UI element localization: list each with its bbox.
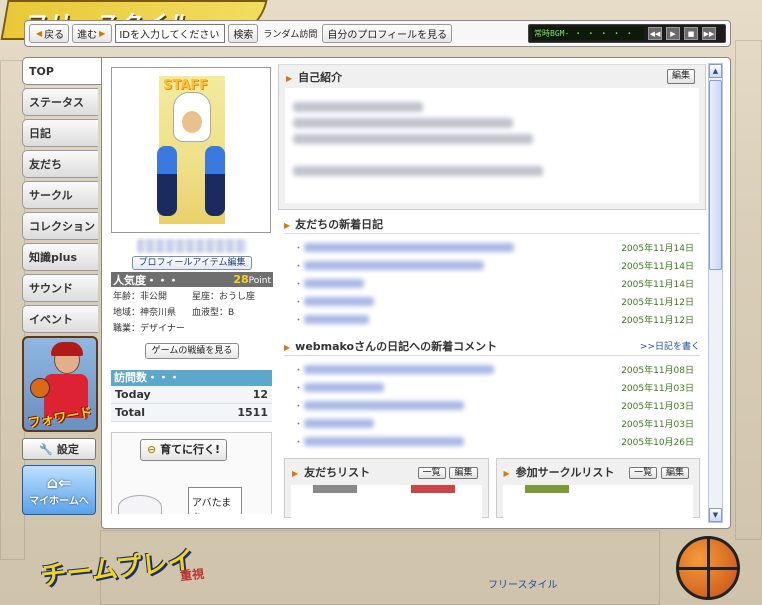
- id-input[interactable]: IDを入力してください: [115, 24, 226, 43]
- profile-column: プロフィールアイテム編集 人気度・・・ 28Point 年齢：非公開星座：おうし…: [111, 67, 273, 514]
- wrench-icon: 🔧: [39, 442, 53, 456]
- new-comments-section: ▶ webmakoさんの日記への新着コメント >>日記を書く ・ 2005年11月08…: [278, 332, 706, 454]
- top-toolbar: ◀ 戻る 進む ▶ IDを入力してください 検索 ランダム訪問 自分のプロフィールを…: [24, 20, 731, 47]
- grow-sign: アバたまを: [188, 487, 242, 514]
- self-intro-text-blurred: [285, 88, 699, 203]
- list-item[interactable]: ・ 2005年11月03日: [294, 414, 700, 432]
- forward-player-banner[interactable]: フォワード: [22, 336, 98, 432]
- triangle-icon: ▶: [503, 469, 510, 478]
- teamplay-banner: チームプレイ 重視: [39, 546, 205, 592]
- tab-circle[interactable]: サークル: [22, 181, 98, 209]
- left-nav: TOP ステータス 日記 友だち サークル コレクション 知識plus サウンド…: [22, 57, 102, 515]
- visit-count: 訪問数・・・ Today 12 Total 1511: [111, 370, 272, 422]
- freestyle-footer-link[interactable]: フリースタイル: [488, 576, 558, 591]
- scroll-up-icon[interactable]: ▲: [709, 64, 722, 78]
- main-scrollbar[interactable]: ▲ ▼: [708, 63, 723, 523]
- my-profile-button[interactable]: 自分のプロフィールを見る: [322, 24, 453, 43]
- search-button[interactable]: 検索: [228, 24, 259, 43]
- list-item[interactable]: ・ 2005年11月08日: [294, 360, 700, 378]
- settings-button[interactable]: 🔧 設定: [22, 438, 96, 460]
- myhome-button[interactable]: ⌂⇐ マイホームへ: [22, 465, 96, 515]
- tab-diary[interactable]: 日記: [22, 119, 98, 147]
- tab-sound[interactable]: サウンド: [22, 274, 98, 302]
- grow-section: ⊖ 育てに行く! アバたまを: [111, 432, 272, 514]
- tab-friends[interactable]: 友だち: [22, 150, 98, 178]
- list-item[interactable]: ・ 2005年11月12日: [294, 292, 700, 310]
- forward-button[interactable]: 進む ▶: [72, 24, 113, 43]
- intro-edit-button[interactable]: 編集: [666, 69, 695, 84]
- list-item[interactable]: ・ 2005年11月03日: [294, 378, 700, 396]
- scroll-down-icon[interactable]: ▼: [709, 508, 722, 522]
- main-panel: プロフィールアイテム編集 人気度・・・ 28Point 年齢：非公開星座：おうし…: [101, 57, 731, 529]
- scroll-thumb[interactable]: [709, 80, 722, 270]
- triangle-icon: ▶: [284, 342, 291, 352]
- tab-event[interactable]: イベント: [22, 305, 98, 333]
- tab-collection[interactable]: コレクション: [22, 212, 98, 240]
- tab-knowledge-plus[interactable]: 知識plus: [22, 243, 98, 271]
- triangle-icon: ▶: [286, 73, 293, 83]
- list-item[interactable]: ・ 2005年11月14日: [294, 274, 700, 292]
- list-item[interactable]: ・ 2005年11月14日: [294, 238, 700, 256]
- profile-avatar: [111, 67, 271, 233]
- bgm-play-icon[interactable]: ▶: [666, 27, 680, 40]
- circle-list-edit-button[interactable]: 編集: [660, 466, 689, 479]
- list-item[interactable]: ・ 2005年11月03日: [294, 396, 700, 414]
- random-visit-link[interactable]: ランダム訪問: [261, 27, 319, 40]
- friend-list-edit-button[interactable]: 編集: [449, 466, 478, 479]
- forward-arrow-icon: ▶: [99, 29, 106, 38]
- grow-button[interactable]: ⊖ 育てに行く!: [140, 439, 228, 461]
- avatar-egg-icon: [118, 495, 162, 514]
- triangle-icon: ▶: [292, 469, 299, 478]
- egg-icon: ⊖: [147, 443, 157, 456]
- bgm-player: 常時BGM- ・ ・ ・ ・ ・ ◀◀ ▶ ■ ▶▶: [528, 24, 726, 43]
- profile-item-edit-button[interactable]: プロフィールアイテム編集: [131, 256, 253, 270]
- home-arrow-icon: ⌂⇐: [46, 472, 72, 492]
- tab-top[interactable]: TOP: [22, 57, 102, 85]
- bgm-next-icon[interactable]: ▶▶: [702, 27, 716, 40]
- bgm-prev-icon[interactable]: ◀◀: [648, 27, 662, 40]
- basketball-icon: [676, 536, 740, 600]
- profile-info: 年齢：非公開 星座：おうし座 地域：神奈川県 血液型：B 職業：デザイナー: [113, 292, 256, 334]
- write-diary-link[interactable]: >>日記を書く: [640, 339, 700, 352]
- tab-status[interactable]: ステータス: [22, 88, 98, 116]
- game-record-button[interactable]: ゲームの戦績を見る: [144, 343, 240, 359]
- list-item[interactable]: ・ 2005年10月26日: [294, 432, 700, 450]
- user-name-blurred: [137, 239, 247, 253]
- friend-list-all-button[interactable]: 一覧: [417, 466, 446, 479]
- circle-list-all-button[interactable]: 一覧: [629, 466, 658, 479]
- friends-diary-section: ▶ 友だちの新着日記 ・ 2005年11月14日 ・ 2005年11月14日 ・ 200…: [278, 210, 706, 332]
- circle-thumbnail[interactable]: [524, 485, 569, 493]
- basketball-icon: [30, 378, 50, 398]
- back-button[interactable]: ◀ 戻る: [29, 24, 70, 43]
- list-item[interactable]: ・ 2005年11月12日: [294, 310, 700, 328]
- popularity-bar: 人気度・・・ 28Point: [111, 272, 273, 287]
- bgm-stop-icon[interactable]: ■: [684, 27, 698, 40]
- triangle-icon: ▶: [284, 220, 291, 230]
- self-intro-card: ▶ 自己紹介 編集: [278, 64, 706, 210]
- bgm-display: 常時BGM- ・ ・ ・ ・ ・: [532, 27, 644, 40]
- circle-list-card: ▶ 参加サークルリスト 一覧 編集: [495, 458, 700, 524]
- back-arrow-icon: ◀: [36, 29, 43, 38]
- friend-thumbnail[interactable]: [411, 485, 455, 493]
- friend-thumbnail[interactable]: [313, 485, 357, 493]
- friend-list-card: ▶ 友だちリスト 一覧 編集: [284, 458, 489, 524]
- list-item[interactable]: ・ 2005年11月14日: [294, 256, 700, 274]
- content-column: ▶ 自己紹介 編集 ▶ 友だちの新着日記 ・ 2005年11月14日 ・ 2005年11月…: [278, 64, 706, 524]
